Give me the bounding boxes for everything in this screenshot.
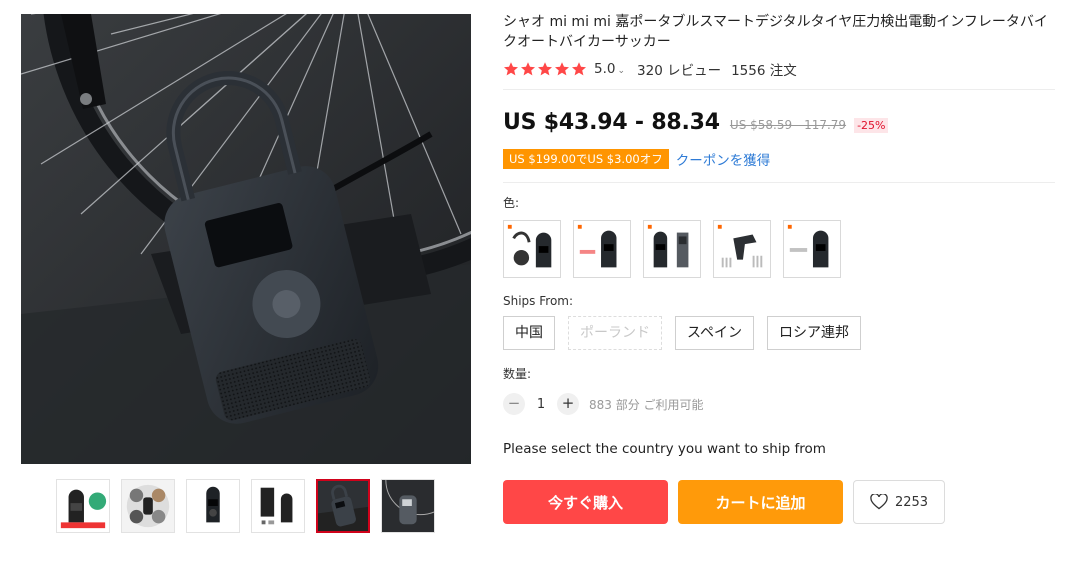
product-photo [21, 14, 471, 464]
quantity-value[interactable]: 1 [525, 397, 557, 412]
ships-from-options: 中国 ポーランド スペイン ロシア連邦 [503, 316, 1055, 350]
quantity-label: 数量: [503, 367, 532, 381]
star-rating [503, 61, 587, 77]
color-option-4[interactable] [713, 220, 771, 278]
buy-now-button[interactable]: 今すぐ購入 [503, 480, 668, 524]
ship-country-message: Please select the country you want to sh… [503, 441, 826, 457]
color-label: 色: [503, 196, 520, 210]
ship-option-spain[interactable]: スペイン [675, 316, 755, 350]
color-option-1[interactable] [503, 220, 561, 278]
action-buttons: 今すぐ購入 カートに追加 2253 [503, 480, 1055, 524]
thumbnail-active[interactable] [316, 479, 370, 533]
divider [503, 89, 1055, 90]
thumbnail-strip [56, 479, 435, 533]
price-row: US $43.94 - 88.34 US $58.59 - 117.79 -25… [503, 110, 1055, 135]
color-options [503, 220, 1055, 278]
color-option-2[interactable] [573, 220, 631, 278]
thumbnail[interactable] [381, 479, 435, 533]
get-coupon-link[interactable]: クーポンを獲得 [676, 149, 771, 169]
reviews-link[interactable]: 320 レビュー [637, 59, 721, 79]
rating-row: 5.0 ⌄ 320 レビュー 1556 注文 [503, 59, 1055, 79]
increase-quantity-button[interactable]: + [557, 393, 579, 415]
ship-option-china[interactable]: 中国 [503, 316, 555, 350]
product-title: シャオ mi mi mi 嘉ポータブルスマートデジタルタイヤ圧力検出電動インフレ… [503, 14, 1048, 50]
star-icon [555, 62, 569, 76]
original-price: US $58.59 - 117.79 [729, 118, 847, 132]
add-to-cart-button[interactable]: カートに追加 [678, 480, 843, 524]
main-product-image[interactable] [21, 14, 471, 464]
coupon-row: US $199.00でUS $3.00オフ クーポンを獲得 [503, 149, 1055, 169]
heart-icon [870, 494, 888, 510]
coupon-badge: US $199.00でUS $3.00オフ [503, 149, 669, 169]
stock-available: 883 部分 ご利用可能 [589, 397, 704, 412]
wishlist-count: 2253 [894, 494, 929, 510]
orders-count: 1556 注文 [731, 63, 797, 79]
wishlist-button[interactable]: 2253 [853, 480, 945, 524]
thumbnail[interactable] [56, 479, 110, 533]
thumbnail[interactable] [121, 479, 175, 533]
decrease-quantity-button[interactable]: − [503, 393, 525, 415]
current-price: US $43.94 - 88.34 [503, 110, 720, 135]
ship-option-poland: ポーランド [568, 316, 662, 350]
color-option-3[interactable] [643, 220, 701, 278]
star-icon [521, 62, 535, 76]
star-icon [572, 62, 586, 76]
thumbnail[interactable] [186, 479, 240, 533]
product-info: シャオ mi mi mi 嘉ポータブルスマートデジタルタイヤ圧力検出電動インフレ… [503, 12, 1055, 524]
thumbnail[interactable] [251, 479, 305, 533]
color-option-5[interactable] [783, 220, 841, 278]
divider [503, 182, 1055, 183]
quantity-stepper: − 1 + 883 部分 ご利用可能 [503, 393, 1055, 415]
chevron-down-icon: ⌄ [617, 66, 626, 76]
rating-value: 5.0 [594, 61, 616, 77]
ship-option-russia[interactable]: ロシア連邦 [767, 316, 862, 350]
ships-from-label: Ships From: [503, 294, 574, 308]
rating-dropdown[interactable]: 5.0 ⌄ [594, 61, 625, 77]
star-icon [538, 62, 552, 76]
discount-badge: -25% [854, 118, 889, 133]
star-icon [504, 62, 518, 76]
